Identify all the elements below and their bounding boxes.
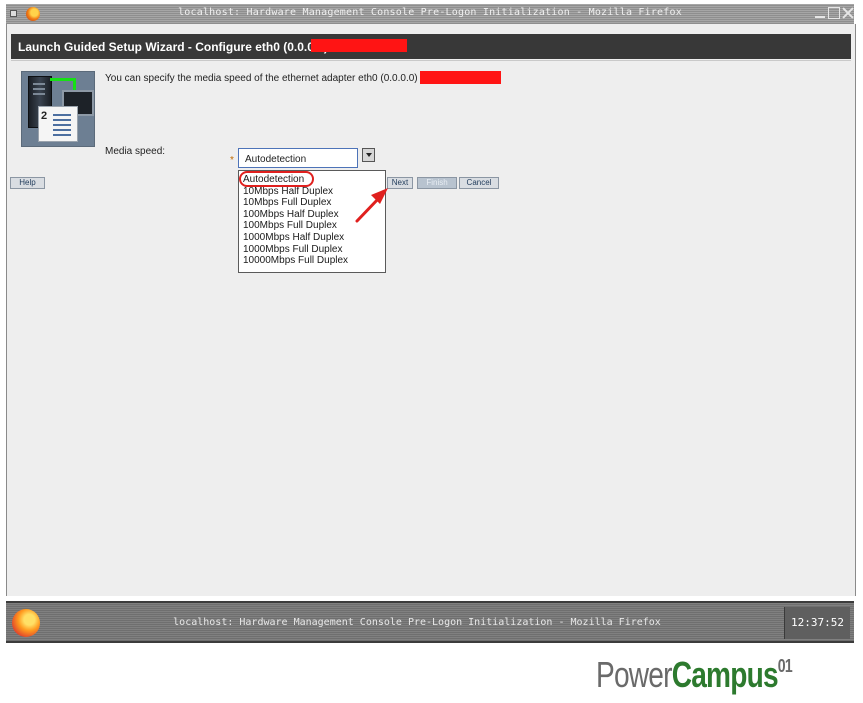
media-speed-selected-value: Autodetection xyxy=(245,154,307,165)
step-number-icon: 2 xyxy=(41,110,48,122)
finish-button[interactable]: Finish xyxy=(417,177,457,189)
firefox-icon[interactable] xyxy=(12,609,40,637)
media-speed-dropdown-list[interactable]: Autodetection 10Mbps Half Duplex 10Mbps … xyxy=(238,170,386,273)
dropdown-option[interactable]: 1000Mbps Half Duplex xyxy=(239,232,385,244)
page-title: Launch Guided Setup Wizard - Configure e… xyxy=(18,40,328,54)
cancel-button[interactable]: Cancel xyxy=(459,177,499,189)
taskbar: localhost: Hardware Management Console P… xyxy=(6,601,854,643)
dropdown-option[interactable]: 10Mbps Full Duplex xyxy=(239,197,385,209)
dropdown-option[interactable]: 1000Mbps Full Duplex xyxy=(239,244,385,256)
help-button[interactable]: Help xyxy=(10,177,45,189)
redaction-bar xyxy=(420,71,501,84)
window-title: localhost: Hardware Management Console P… xyxy=(178,7,682,18)
maximize-icon[interactable] xyxy=(828,7,840,19)
dropdown-option[interactable]: 10Mbps Half Duplex xyxy=(239,186,385,198)
redaction-bar xyxy=(311,39,407,52)
divider xyxy=(11,60,851,61)
taskbar-window-title[interactable]: localhost: Hardware Management Console P… xyxy=(50,617,784,628)
server-config-icon: 2 xyxy=(21,71,95,147)
logo-part-campus: Campus xyxy=(671,654,779,695)
window-titlebar[interactable]: localhost: Hardware Management Console P… xyxy=(6,4,854,25)
minimize-icon[interactable] xyxy=(814,7,826,19)
chevron-down-icon[interactable] xyxy=(362,148,375,162)
dropdown-option[interactable]: 100Mbps Full Duplex xyxy=(239,220,385,232)
media-speed-select[interactable]: Autodetection xyxy=(238,148,358,168)
media-speed-label: Media speed: xyxy=(105,146,166,157)
dropdown-option[interactable]: 10000Mbps Full Duplex xyxy=(239,255,385,267)
highlight-circle xyxy=(239,171,314,187)
close-icon[interactable] xyxy=(842,7,854,19)
dropdown-option[interactable]: 100Mbps Half Duplex xyxy=(239,209,385,221)
logo-part-power: Power xyxy=(596,654,672,695)
next-button[interactable]: Next xyxy=(387,177,413,189)
powercampus-logo: PowerCampus01 xyxy=(596,654,793,696)
clock: 12:37:52 xyxy=(784,607,850,639)
logo-superscript: 01 xyxy=(777,656,793,676)
wizard-header: Launch Guided Setup Wizard - Configure e… xyxy=(11,34,851,59)
annotation-arrow-icon xyxy=(355,188,388,223)
required-marker: * xyxy=(230,155,234,166)
wizard-description: You can specify the media speed of the e… xyxy=(105,73,418,84)
browser-content: Launch Guided Setup Wizard - Configure e… xyxy=(6,24,856,596)
